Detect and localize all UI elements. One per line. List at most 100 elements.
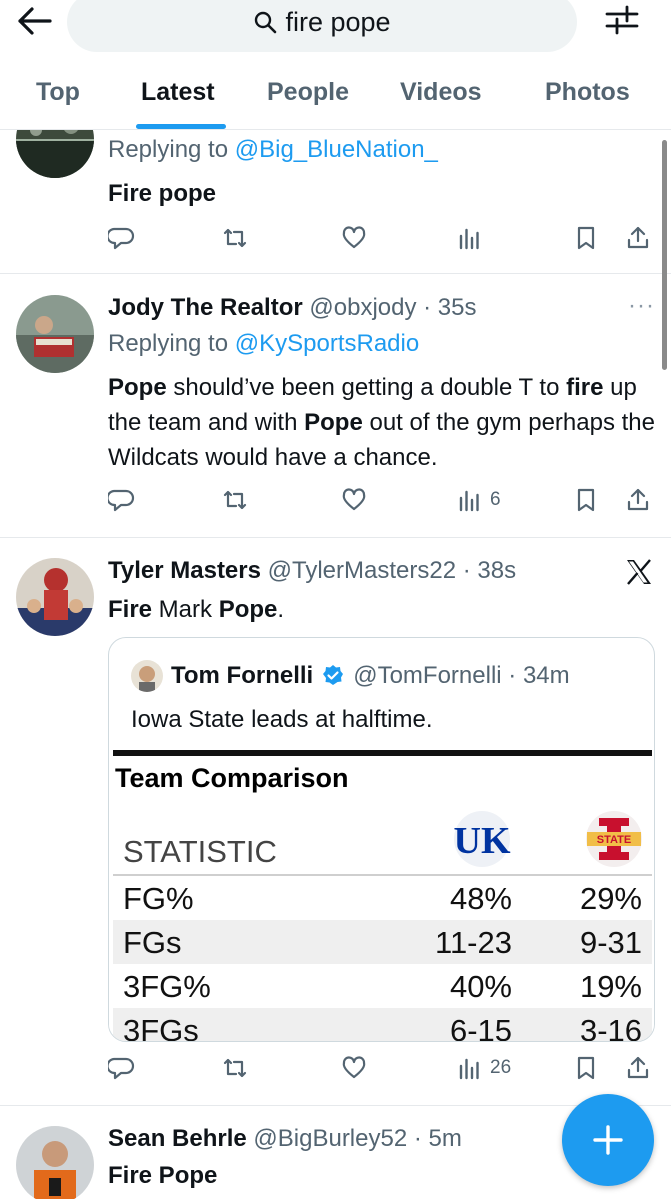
stat-label: FG% xyxy=(123,881,194,916)
retweet-icon xyxy=(223,1058,247,1078)
tab-top[interactable]: Top xyxy=(36,78,80,107)
search-icon xyxy=(255,11,277,34)
team2-value: 19% xyxy=(579,969,642,1004)
quote-image[interactable]: Team Comparison UK STATE STATISTIC FG% 4… xyxy=(109,750,654,1042)
tweet-text: Pope should’ve been getting a double T t… xyxy=(108,370,660,475)
views-icon xyxy=(459,490,479,512)
more-options-button[interactable]: ··· xyxy=(628,292,655,320)
views-button[interactable]: 26 xyxy=(456,1050,511,1086)
reply-button[interactable] xyxy=(108,1050,136,1086)
quote-author-name[interactable]: Tom Fornelli xyxy=(171,662,313,690)
views-button[interactable] xyxy=(456,220,490,256)
team1-value: 48% xyxy=(449,881,512,916)
quote-text: Iowa State leads at halftime. xyxy=(131,706,433,733)
reply-to-link[interactable]: @KySportsRadio xyxy=(235,330,419,357)
views-count: 26 xyxy=(490,1057,512,1078)
x-logo-icon xyxy=(627,559,651,585)
team1-value: 40% xyxy=(449,969,512,1004)
avatar[interactable] xyxy=(16,1126,94,1199)
author-name[interactable]: Jody The Realtor xyxy=(108,294,303,321)
reply-button[interactable] xyxy=(108,220,136,256)
team1-logo-text: UK xyxy=(454,820,511,862)
tweet[interactable]: Jody The Realtor @obxjody · 35s ··· Repl… xyxy=(0,274,671,538)
tab-videos[interactable]: Videos xyxy=(400,78,482,107)
image-top-border xyxy=(113,750,652,756)
tweet-actions xyxy=(108,220,658,256)
stat-label: FGs xyxy=(123,925,182,960)
share-button[interactable] xyxy=(624,1050,652,1086)
avatar[interactable] xyxy=(16,295,94,373)
bookmark-button[interactable] xyxy=(572,482,600,518)
like-button[interactable] xyxy=(340,482,368,518)
tab-people[interactable]: People xyxy=(267,78,349,107)
bookmark-button[interactable] xyxy=(572,220,600,256)
reply-icon xyxy=(108,489,135,512)
team1-value: 6-15 xyxy=(449,1013,512,1042)
reply-to-link[interactable]: @Big_BlueNation_ xyxy=(235,136,438,163)
tweet-actions: 26 xyxy=(108,1050,658,1086)
bookmark-button[interactable] xyxy=(572,1050,600,1086)
reply-icon xyxy=(108,1057,135,1080)
comparison-title: Team Comparison xyxy=(115,763,349,793)
retweet-button[interactable] xyxy=(221,1050,249,1086)
like-button[interactable] xyxy=(340,1050,368,1086)
author-name[interactable]: Tyler Masters xyxy=(108,557,261,584)
retweet-icon xyxy=(223,490,247,510)
tab-bar: Top Latest People Videos Photos xyxy=(0,62,671,130)
quote-tweet-card[interactable]: Tom Fornelli @TomFornelli · 34m Iowa Sta… xyxy=(108,637,655,1042)
reply-prefix: Replying to xyxy=(108,330,235,357)
back-arrow-icon[interactable] xyxy=(16,6,52,36)
author-handle[interactable]: @TylerMasters22 · 38s xyxy=(268,557,516,584)
statistic-column-header: STATISTIC xyxy=(123,834,277,869)
reply-button[interactable] xyxy=(108,482,136,518)
reply-context: Replying to @Big_BlueNation_ xyxy=(108,136,438,164)
share-button[interactable] xyxy=(624,220,652,256)
like-icon xyxy=(342,226,366,249)
bookmark-icon xyxy=(577,488,595,512)
page: { "search": {"query": "fire pope"}, "tab… xyxy=(0,0,671,1199)
author-handle[interactable]: @obxjody · 35s xyxy=(309,294,476,321)
stat-label: 3FGs xyxy=(123,1013,199,1042)
retweet-button[interactable] xyxy=(221,482,249,518)
compose-button[interactable] xyxy=(562,1094,654,1186)
views-icon xyxy=(459,1058,479,1080)
team1-value: 11-23 xyxy=(435,925,512,960)
views-icon xyxy=(459,228,479,250)
tweet-text-part: Pope xyxy=(218,596,278,623)
like-icon xyxy=(342,488,366,511)
tab-photos[interactable]: Photos xyxy=(545,78,630,107)
table-row: FGs 11-23 9-31 xyxy=(113,920,652,964)
share-icon xyxy=(627,226,649,249)
team2-value: 29% xyxy=(579,881,642,916)
tweet-actions: 6 xyxy=(108,482,658,518)
stat-label: 3FG% xyxy=(123,969,211,1004)
tweet-text-part: Pope xyxy=(304,409,363,436)
share-button[interactable] xyxy=(624,482,652,518)
quote-avatar[interactable] xyxy=(131,660,163,692)
retweet-icon xyxy=(223,228,247,248)
quote-author-handle[interactable]: @TomFornelli · 34m xyxy=(353,662,569,690)
share-icon xyxy=(627,1056,649,1079)
reply-context: Replying to @KySportsRadio xyxy=(108,330,419,358)
tweet-header: Jody The Realtor @obxjody · 35s xyxy=(108,294,477,322)
team1-logo: UK xyxy=(454,811,511,867)
like-icon xyxy=(342,1056,366,1079)
tweet-text-part: fire xyxy=(566,374,604,401)
filter-icon[interactable] xyxy=(604,4,640,36)
team2-logo-text: STATE xyxy=(597,834,631,846)
tweet-text-part: . xyxy=(277,596,285,623)
views-button[interactable]: 6 xyxy=(456,482,501,518)
avatar[interactable] xyxy=(16,558,94,636)
views-count: 6 xyxy=(490,489,501,510)
search-input[interactable]: fire pope xyxy=(67,0,577,52)
author-name[interactable]: Sean Behrle xyxy=(108,1125,247,1152)
tab-latest[interactable]: Latest xyxy=(141,78,215,107)
team2-value: 9-31 xyxy=(579,925,642,960)
author-handle[interactable]: @BigBurley52 · 5m xyxy=(253,1125,461,1152)
quote-header: Tom Fornelli @TomFornelli · 34m xyxy=(131,660,570,692)
retweet-button[interactable] xyxy=(221,220,249,256)
like-button[interactable] xyxy=(340,220,368,256)
table-row: FG% 48% 29% xyxy=(113,876,652,920)
scrollbar[interactable] xyxy=(662,140,667,370)
share-icon xyxy=(627,488,649,511)
